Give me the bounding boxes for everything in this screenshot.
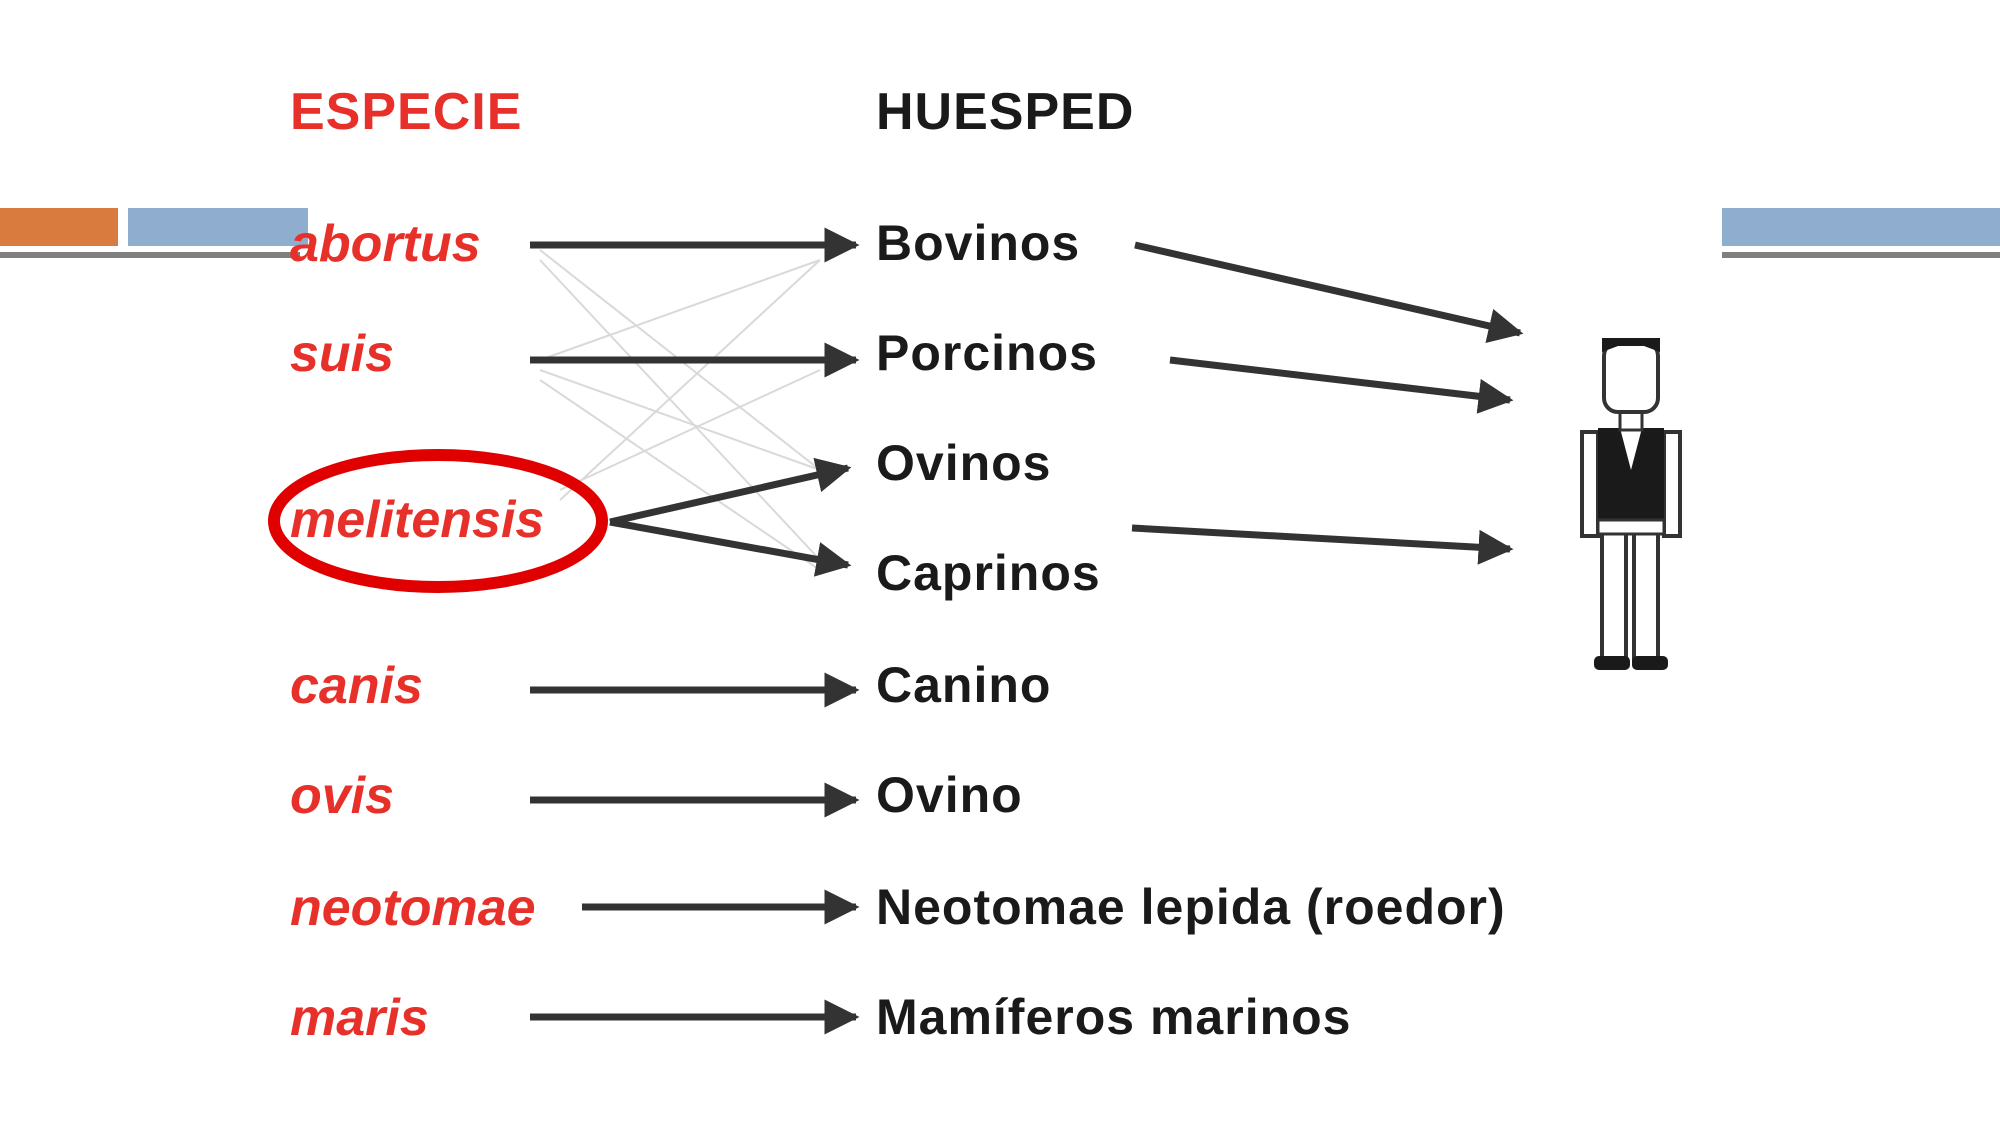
arrow-melitensis-caprinos xyxy=(609,518,852,577)
faint-crosslines xyxy=(539,249,821,571)
human-figure-icon xyxy=(1580,338,1682,670)
arrow-bovinos-human xyxy=(1134,241,1524,344)
arrow-ovinos-caprinos-human xyxy=(1131,524,1514,565)
melitensis-highlight-ring xyxy=(268,449,608,593)
arrow-porcinos-human xyxy=(1169,356,1514,414)
slide: ESPECIE HUESPED abortus suis melitensis … xyxy=(0,0,2000,1125)
relationship-arrows xyxy=(268,227,1682,1035)
arrow-melitensis-ovinos xyxy=(609,457,852,526)
